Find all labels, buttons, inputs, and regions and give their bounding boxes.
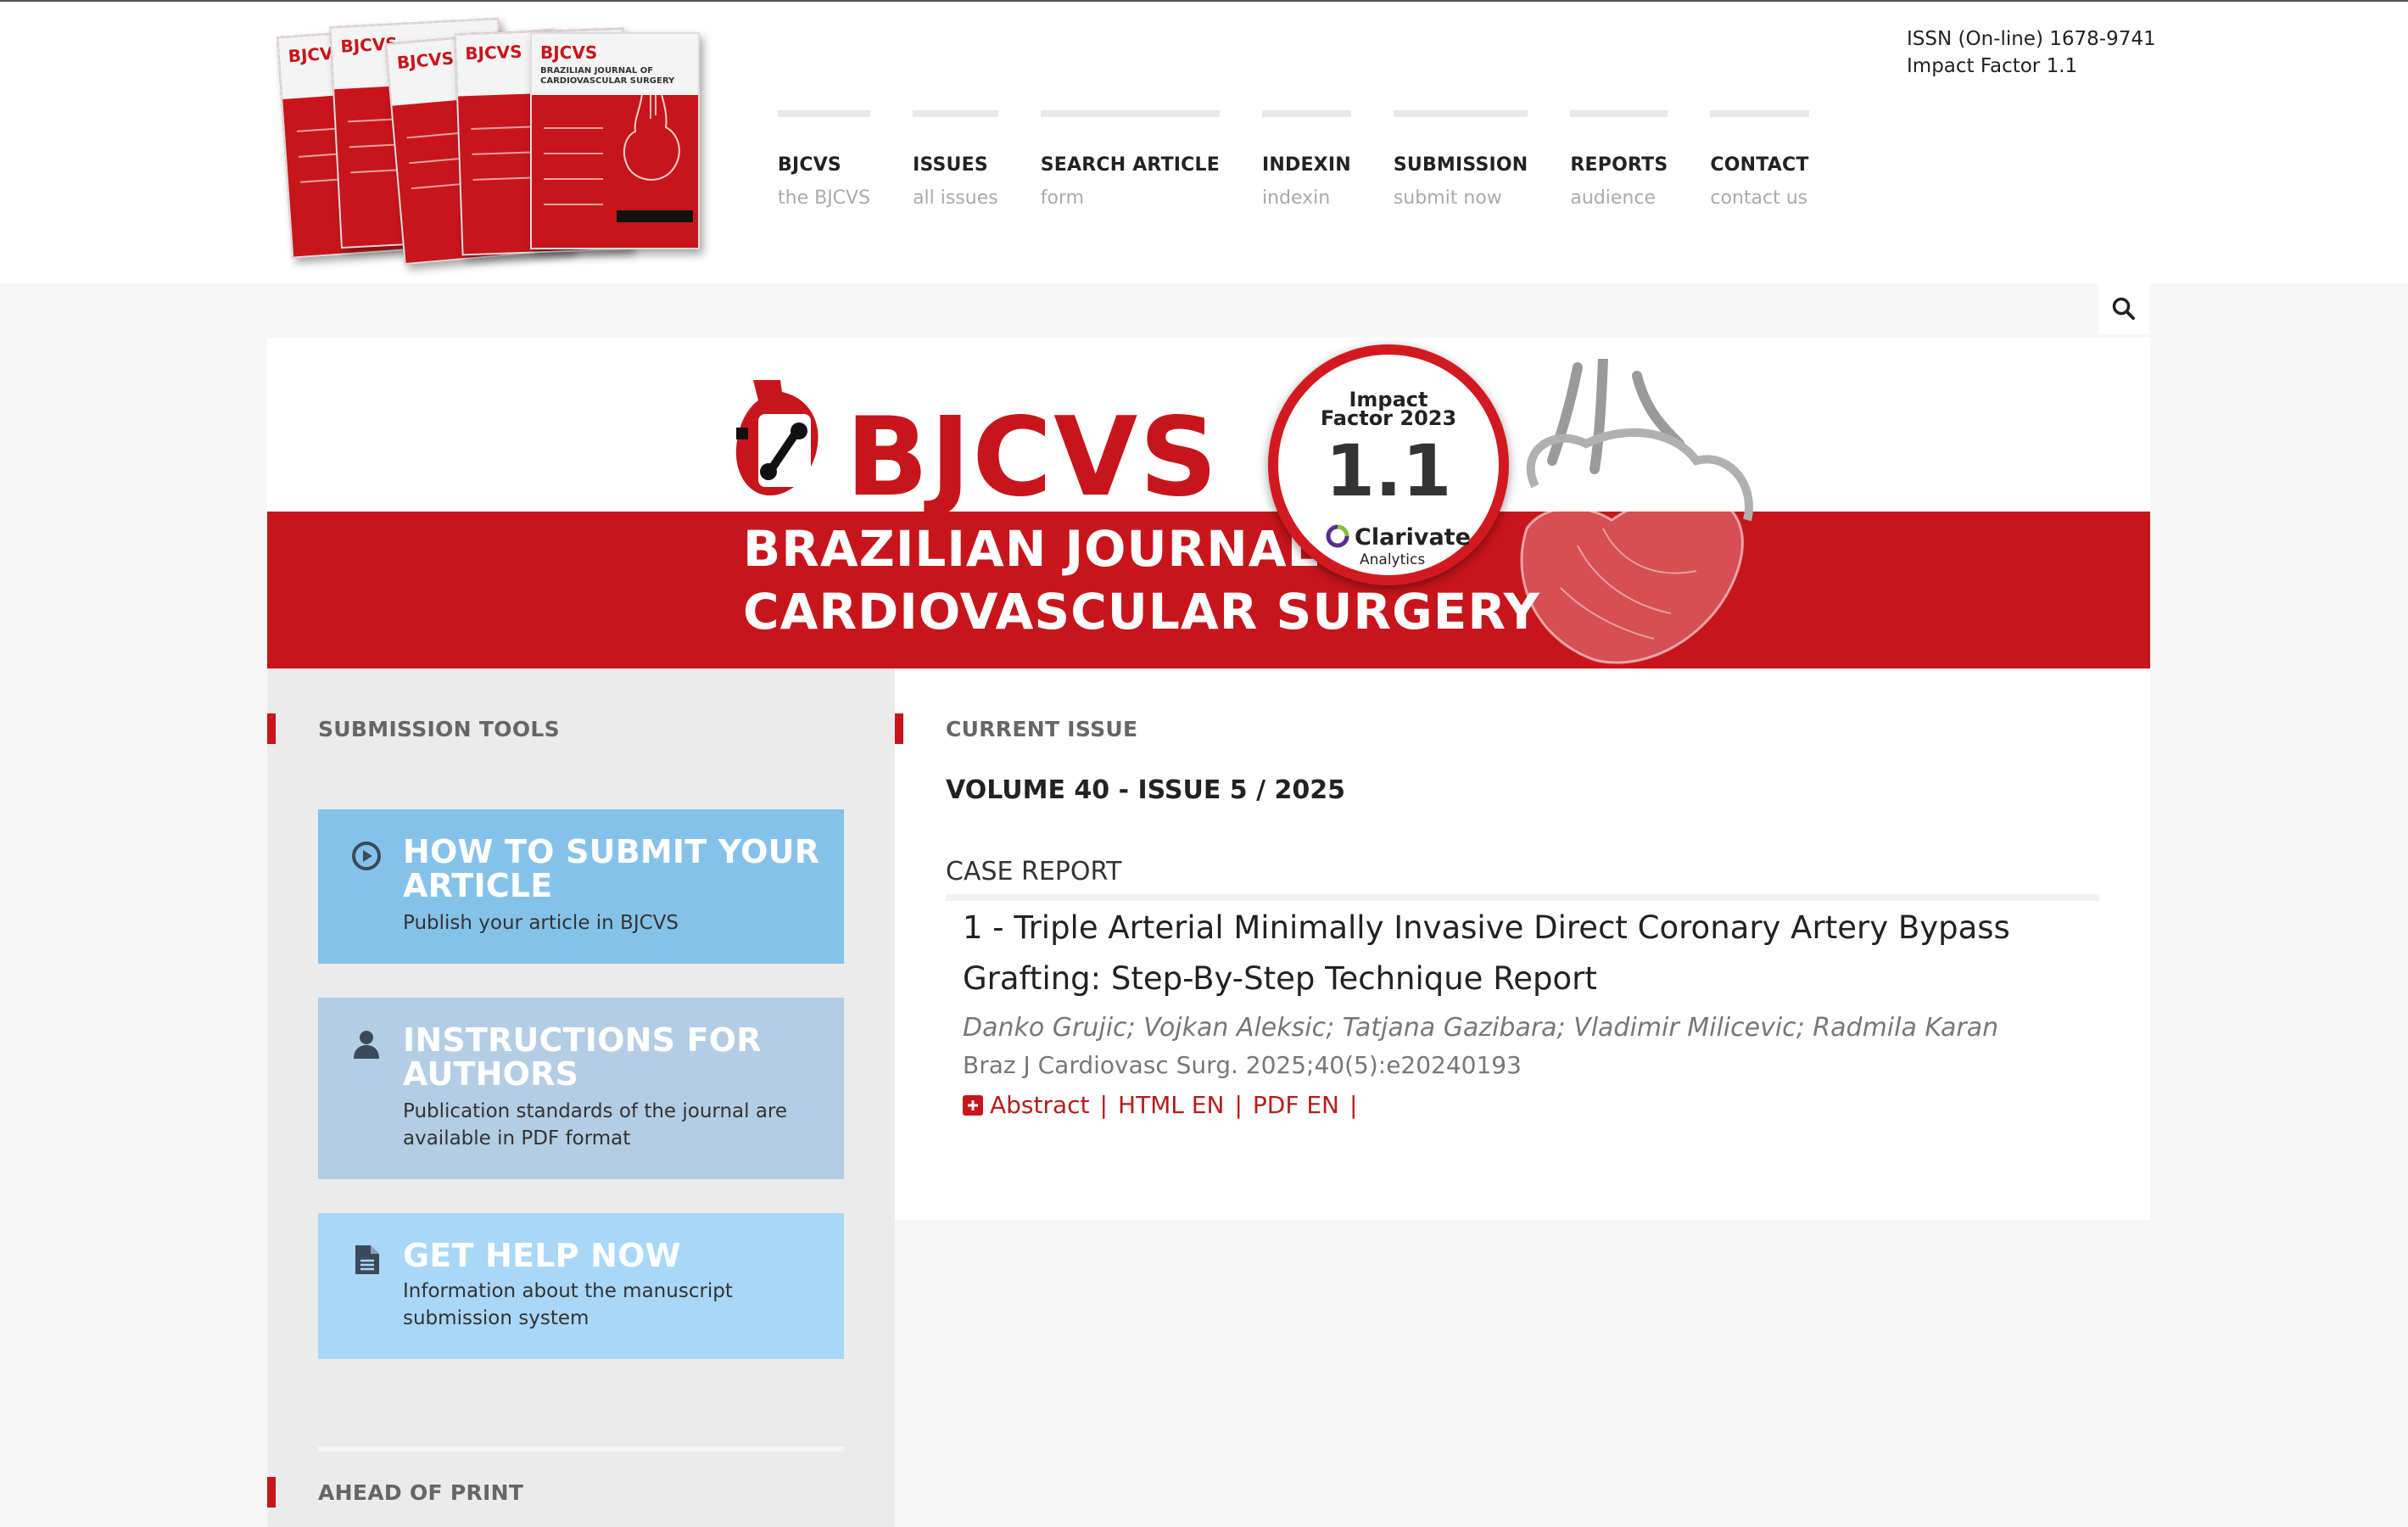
expand-plus-icon[interactable] — [963, 1094, 983, 1116]
tool-title: HOW TO SUBMIT YOUR ARTICLE — [403, 833, 820, 904]
nav-sublabel: indexin — [1261, 187, 1331, 209]
pdf-en-link[interactable]: PDF EN — [1253, 1091, 1339, 1119]
badge-title: Impact Factor 2023 — [1320, 388, 1457, 430]
tool-title: GET HELP NOW — [403, 1237, 681, 1274]
section-marker — [267, 1477, 276, 1507]
section-title: SUBMISSION TOOLS — [318, 717, 560, 741]
instructions-for-authors-card[interactable]: INSTRUCTIONS FOR AUTHORS Publication sta… — [318, 998, 844, 1179]
current-issue-heading: CURRENT ISSUE — [895, 713, 2150, 744]
article-citation: Braz J Cardiovasc Surg. 2025;40(5):e2024… — [963, 1051, 1522, 1079]
abstract-link[interactable]: Abstract — [990, 1091, 1090, 1119]
nav-label: INDEXIN — [1261, 154, 1351, 176]
main-nav: BJCVS the BJCVS ISSUES all issues SEARCH… — [778, 110, 1852, 229]
banner-brand: BJCVS — [846, 394, 1220, 521]
article-category: CASE REPORT — [946, 857, 1122, 887]
nav-item-bjcvs[interactable]: BJCVS the BJCVS — [778, 110, 871, 229]
link-separator: | — [1349, 1091, 1358, 1119]
nav-label: BJCVS — [778, 154, 841, 176]
search-icon — [2112, 297, 2135, 320]
issn-text: ISSN (On-line) 1678-9741 — [1907, 28, 2156, 50]
issn-info: ISSN (On-line) 1678-9741 Impact Factor 1… — [1907, 25, 2156, 80]
nav-item-contact[interactable]: CONTACT contact us — [1710, 110, 1809, 229]
nav-label: REPORTS — [1570, 154, 1668, 176]
search-button[interactable] — [2098, 283, 2149, 334]
anatomical-heart-image — [1520, 359, 1753, 664]
sidebar: SUBMISSION TOOLS HOW TO SUBMIT YOUR ARTI… — [267, 668, 895, 1527]
nav-label: SUBMISSION — [1393, 154, 1528, 176]
nav-item-issues[interactable]: ISSUES all issues — [913, 110, 998, 229]
journal-logo[interactable]: BJCVS BJCVS BJCVS BJCVS BJCVS BRAZILIAN … — [276, 17, 725, 271]
clarivate-icon — [1326, 524, 1349, 548]
current-issue-panel: CURRENT ISSUE VOLUME 40 - ISSUE 5 / 2025… — [895, 668, 2150, 1220]
impact-factor-badge: Impact Factor 2023 1.1 Clarivate Analytic… — [1268, 344, 1509, 585]
section-marker — [895, 713, 903, 744]
tool-description: Publication standards of the journal are… — [403, 1100, 788, 1149]
section-title: AHEAD OF PRINT — [318, 1480, 524, 1505]
nav-label: CONTACT — [1710, 154, 1809, 176]
article-links: Abstract | HTML EN | PDF EN | — [963, 1091, 2116, 1119]
impact-factor-text: Impact Factor 1.1 — [1907, 55, 2078, 77]
cover-brand: BJCVS — [540, 42, 598, 63]
nav-label: SEARCH ARTICLE — [1040, 154, 1220, 176]
cover-image-front: BJCVS BRAZILIAN JOURNAL OF CARDIOVASCULAR… — [530, 32, 700, 249]
tool-title: INSTRUCTIONS FOR AUTHORS — [403, 1021, 762, 1093]
nav-item-reports[interactable]: REPORTS audience — [1570, 110, 1668, 229]
tool-description: Information about the manuscript submiss… — [403, 1280, 733, 1329]
nav-item-submission[interactable]: SUBMISSION submit now — [1393, 110, 1528, 229]
cover-subtitle: BRAZILIAN JOURNAL OF CARDIOVASCULAR SURGE… — [540, 66, 675, 86]
play-circle-icon — [352, 842, 381, 870]
clarivate-logo: Clarivate — [1326, 524, 1471, 551]
site-header: BJCVS BJCVS BJCVS BJCVS BJCVS BRAZILIAN … — [0, 2, 2408, 283]
nav-sublabel: audience — [1570, 187, 1657, 209]
link-separator: | — [1099, 1091, 1108, 1119]
issue-title[interactable]: VOLUME 40 - ISSUE 5 / 2025 — [946, 775, 1345, 805]
heart-icon — [623, 88, 680, 181]
nav-item-indexin[interactable]: INDEXIN indexin — [1261, 110, 1351, 229]
html-en-link[interactable]: HTML EN — [1118, 1091, 1224, 1119]
nav-sublabel: form — [1040, 187, 1085, 209]
nav-item-search-article[interactable]: SEARCH ARTICLE form — [1040, 110, 1220, 229]
badge-value: 1.1 — [1325, 429, 1452, 512]
section-marker — [267, 713, 276, 744]
user-icon — [354, 1031, 379, 1059]
article-title[interactable]: 1 - Triple Arterial Minimally Invasive D… — [963, 903, 2116, 1004]
divider — [318, 1446, 844, 1451]
nav-sublabel: contact us — [1710, 187, 1808, 209]
article-authors: Danko Grujic; Vojkan Aleksic; Tatjana Ga… — [963, 1013, 1999, 1043]
clarivate-sub: Analytics — [1360, 551, 1426, 568]
section-title: CURRENT ISSUE — [946, 717, 1138, 741]
journal-banner: BJCVS BRAZILIAN JOURNAL OF CARDIOVASCULA… — [267, 338, 2150, 668]
divider — [946, 894, 2099, 901]
heart-logo-icon — [735, 380, 818, 495]
document-icon — [355, 1245, 379, 1274]
ahead-of-print-heading: AHEAD OF PRINT — [267, 1477, 895, 1507]
link-separator: | — [1234, 1091, 1243, 1119]
article-entry: 1 - Triple Arterial Minimally Invasive D… — [963, 903, 2116, 1119]
submission-tools-heading: SUBMISSION TOOLS — [267, 713, 895, 744]
nav-sublabel: the BJCVS — [778, 187, 871, 209]
how-to-submit-card[interactable]: HOW TO SUBMIT YOUR ARTICLE Publish your … — [318, 809, 844, 964]
get-help-card[interactable]: GET HELP NOW Information about the manus… — [318, 1213, 844, 1359]
cover-brand: BJCVS — [464, 41, 522, 64]
nav-label: ISSUES — [913, 154, 988, 176]
nav-sublabel: submit now — [1393, 187, 1502, 209]
nav-sublabel: all issues — [913, 187, 998, 209]
tool-description: Publish your article in BJCVS — [403, 912, 679, 934]
